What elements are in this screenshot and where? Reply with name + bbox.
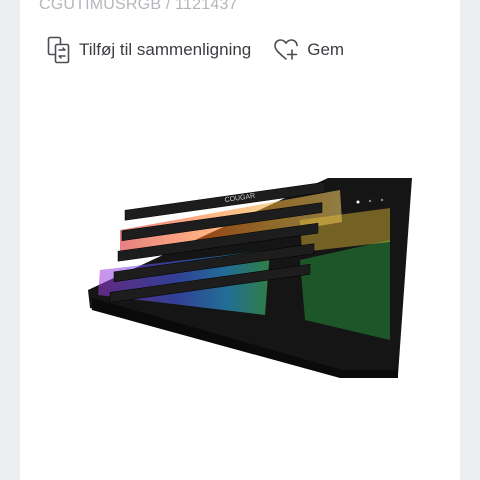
product-sku: CGUTIMUSRGB / 1121437 bbox=[39, 0, 238, 13]
product-actions: Tilføj til sammenligning Gem bbox=[47, 36, 344, 64]
compare-icon bbox=[47, 36, 73, 64]
add-to-compare-label: Tilføj til sammenligning bbox=[79, 40, 252, 59]
product-image-keyboard: COUGAR bbox=[70, 170, 420, 380]
save-label: Gem bbox=[307, 40, 345, 59]
add-to-compare-button[interactable]: Tilføj til sammenligning bbox=[47, 36, 251, 64]
product-card: CGUTIMUSRGB / 1121437 Tilføj til sammenl… bbox=[20, 0, 460, 480]
save-button[interactable]: Gem bbox=[273, 38, 344, 62]
heart-plus-icon bbox=[273, 38, 301, 62]
